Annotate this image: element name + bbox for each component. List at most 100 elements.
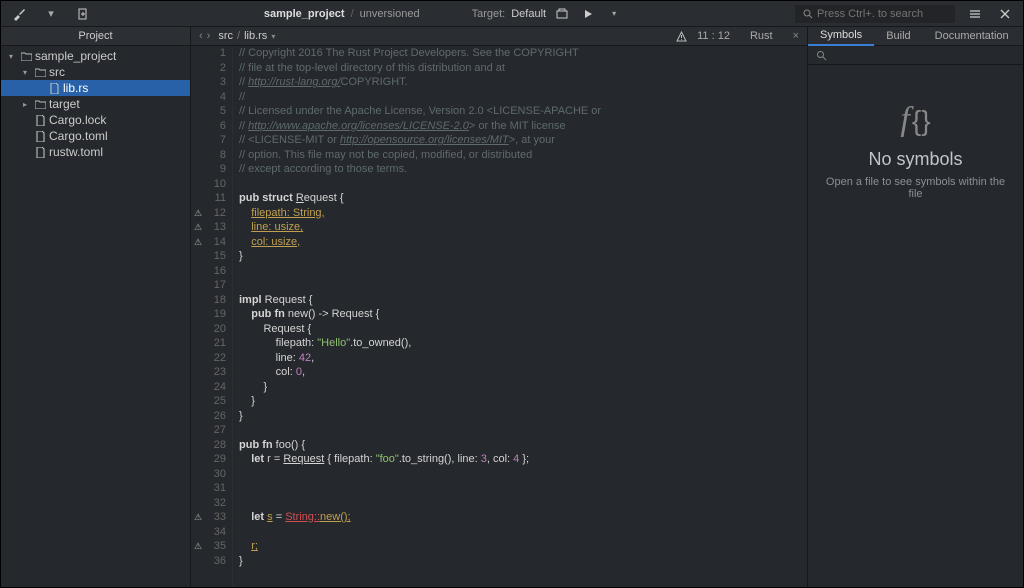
titlebar-right — [795, 4, 1023, 24]
tab-close-icon[interactable]: × — [793, 30, 799, 42]
code-line[interactable]: // option. This file may not be copied, … — [239, 148, 807, 163]
run-dropdown-icon[interactable]: ▾ — [604, 4, 624, 24]
code-line[interactable]: } — [239, 409, 807, 424]
code-line[interactable] — [239, 525, 807, 540]
file-icon — [33, 131, 47, 142]
line-number: 19 — [205, 307, 226, 322]
code-container[interactable]: ⚠⚠⚠⚠⚠ 1234567891011121314151617181920212… — [191, 46, 807, 587]
panel-tab-build[interactable]: Build — [874, 27, 922, 46]
panel-tab-symbols[interactable]: Symbols — [808, 27, 874, 46]
build-icon[interactable] — [552, 4, 572, 24]
code-line[interactable]: } — [239, 394, 807, 409]
target-value[interactable]: Default — [511, 8, 546, 20]
nav-forward-icon[interactable]: › — [207, 30, 211, 42]
tree-file[interactable]: Cargo.lock — [1, 112, 190, 128]
code-line[interactable] — [239, 177, 807, 192]
menu-icon[interactable] — [965, 4, 985, 24]
line-number: 25 — [205, 394, 226, 409]
code-line[interactable] — [239, 496, 807, 511]
code-line[interactable]: line: 42, — [239, 351, 807, 366]
tree-folder[interactable]: ▾sample_project — [1, 48, 190, 64]
gutter-warning-icon[interactable]: ⚠ — [191, 235, 205, 250]
code-line[interactable]: let r = Request { filepath: "foo".to_str… — [239, 452, 807, 467]
tree-file[interactable]: lib.rs — [1, 80, 190, 96]
code-line[interactable]: // — [239, 90, 807, 105]
gutter-warning-icon[interactable]: ⚠ — [191, 220, 205, 235]
code-line[interactable]: col: usize, — [239, 235, 807, 250]
line-number: 16 — [205, 264, 226, 279]
gutter-warning-icon — [191, 90, 205, 105]
dropdown-icon[interactable]: ▾ — [41, 4, 61, 24]
tree-folder[interactable]: ▸target — [1, 96, 190, 112]
code-line[interactable]: } — [239, 249, 807, 264]
warning-icon[interactable] — [676, 31, 687, 42]
code-body[interactable]: // Copyright 2016 The Rust Project Devel… — [233, 46, 807, 587]
panel-tab-documentation[interactable]: Documentation — [923, 27, 1021, 46]
gutter-warning-icon — [191, 162, 205, 177]
target-label: Target: — [472, 8, 506, 20]
line-number: 10 — [205, 177, 226, 192]
code-line[interactable] — [239, 423, 807, 438]
right-panel: SymbolsBuildDocumentation f{} No symbols… — [807, 27, 1023, 587]
gutter-warning-icon — [191, 46, 205, 61]
line-number: 20 — [205, 322, 226, 337]
code-line[interactable]: r; — [239, 539, 807, 554]
function-symbol-icon: f{} — [900, 101, 930, 139]
tree-file[interactable]: Cargo.toml — [1, 128, 190, 144]
code-line[interactable]: // file at the top-level directory of th… — [239, 61, 807, 76]
line-number: 23 — [205, 365, 226, 380]
language-tab[interactable]: Rust — [740, 27, 783, 46]
line-number: 14 — [205, 235, 226, 250]
code-line[interactable] — [239, 278, 807, 293]
code-line[interactable]: let s = String::new(); — [239, 510, 807, 525]
code-line[interactable]: // http://www.apache.org/licenses/LICENS… — [239, 119, 807, 134]
breadcrumb[interactable]: src / lib.rs ▾ — [218, 30, 275, 42]
gutter-warning-icon — [191, 293, 205, 308]
titlebar-center: sample_project / unversioned Target: Def… — [93, 4, 795, 24]
gutter-warning-icon[interactable]: ⚠ — [191, 206, 205, 221]
code-line[interactable]: Request { — [239, 322, 807, 337]
project-tree: ▾sample_project▾srclib.rs▸targetCargo.lo… — [1, 46, 190, 160]
code-line[interactable]: impl Request { — [239, 293, 807, 308]
chevron-down-icon[interactable]: ▾ — [271, 32, 275, 41]
code-line[interactable]: pub struct Request { — [239, 191, 807, 206]
search-input[interactable] — [817, 8, 947, 20]
line-number: 6 — [205, 119, 226, 134]
close-icon[interactable] — [995, 4, 1015, 24]
code-line[interactable]: filepath: "Hello".to_owned(), — [239, 336, 807, 351]
code-line[interactable]: // Licensed under the Apache License, Ve… — [239, 104, 807, 119]
chevron-icon: ▾ — [23, 68, 33, 77]
panel-search[interactable] — [808, 46, 1023, 65]
nav-back-icon[interactable]: ‹ — [199, 30, 203, 42]
code-line[interactable]: pub fn new() -> Request { — [239, 307, 807, 322]
tree-file[interactable]: rustw.toml — [1, 144, 190, 160]
gutter-warning-icon — [191, 394, 205, 409]
code-line[interactable]: pub fn foo() { — [239, 438, 807, 453]
global-search[interactable] — [795, 5, 955, 23]
code-line[interactable]: // except according to those terms. — [239, 162, 807, 177]
code-line[interactable]: } — [239, 380, 807, 395]
tabbar-right: 11 : 12 Rust × — [676, 27, 807, 46]
code-line[interactable]: col: 0, — [239, 365, 807, 380]
code-line[interactable]: } — [239, 554, 807, 569]
code-line[interactable]: // Copyright 2016 The Rust Project Devel… — [239, 46, 807, 61]
run-icon[interactable] — [578, 4, 598, 24]
gutter-warning-icon — [191, 365, 205, 380]
brush-icon[interactable] — [9, 4, 29, 24]
gutter-warning-icon — [191, 336, 205, 351]
code-line[interactable]: // <LICENSE-MIT or http://opensource.org… — [239, 133, 807, 148]
gutter-warning-icon[interactable]: ⚠ — [191, 539, 205, 554]
code-line[interactable] — [239, 264, 807, 279]
new-file-icon[interactable] — [73, 4, 93, 24]
vcs-status: unversioned — [360, 8, 420, 20]
code-line[interactable]: line: usize, — [239, 220, 807, 235]
chevron-icon: ▸ — [23, 100, 33, 109]
gutter-warning-icon — [191, 75, 205, 90]
code-line[interactable] — [239, 481, 807, 496]
tree-folder[interactable]: ▾src — [1, 64, 190, 80]
gutter-warning-icon — [191, 322, 205, 337]
code-line[interactable]: // http://rust-lang.org/COPYRIGHT. — [239, 75, 807, 90]
code-line[interactable] — [239, 467, 807, 482]
code-line[interactable]: filepath: String, — [239, 206, 807, 221]
gutter-warning-icon[interactable]: ⚠ — [191, 510, 205, 525]
